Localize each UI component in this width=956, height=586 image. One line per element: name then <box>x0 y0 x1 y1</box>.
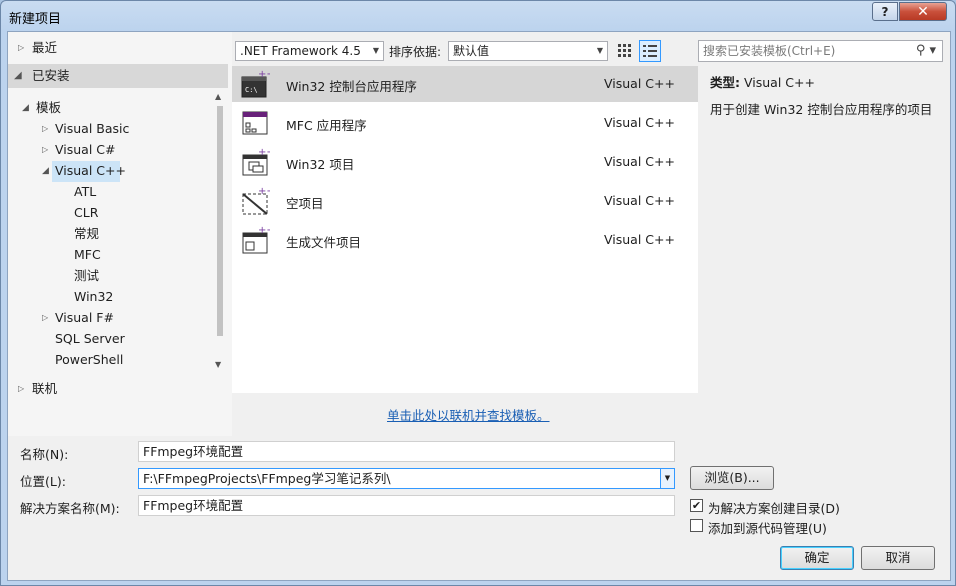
find-online-templates-link[interactable]: 单击此处以联机并查找模板。 <box>387 405 550 424</box>
help-button[interactable]: ? <box>872 2 898 21</box>
expand-arrow-icon[interactable]: ▷ <box>42 140 48 160</box>
template-item-empty-project[interactable]: ++ 空项目 Visual C++ <box>232 183 698 219</box>
sort-value: 默认值 <box>453 44 490 58</box>
framework-select[interactable]: .NET Framework 4.5 ▼ <box>235 41 384 61</box>
sort-select[interactable]: 默认值 ▼ <box>448 41 608 61</box>
template-tree: ▷ 最近 ◢ 已安装 ◢ 模板 ▷ Visual Basic ▷ Visual … <box>8 32 232 436</box>
template-name: 空项目 <box>286 196 324 211</box>
console-app-icon: C:\ ++ <box>241 69 270 98</box>
template-language: Visual C++ <box>604 232 675 247</box>
svg-text:++: ++ <box>258 147 270 158</box>
template-list: C:\ ++ Win32 控制台应用程序 Visual C++ MFC 应用程序… <box>232 66 698 393</box>
template-item-mfc-app[interactable]: MFC 应用程序 Visual C++ <box>232 105 698 141</box>
tree-item-sql-server[interactable]: SQL Server <box>55 329 125 349</box>
unchecked-box-icon[interactable] <box>690 519 703 532</box>
tree-label: Visual C# <box>55 142 116 157</box>
sort-label: 排序依据: <box>389 45 442 59</box>
tree-label: Visual Basic <box>55 121 130 136</box>
tree-scrollbar[interactable]: ▲ ▼ <box>215 92 225 376</box>
tree-item-clr[interactable]: CLR <box>74 203 98 223</box>
search-icon[interactable]: ⚲ ▾ <box>916 41 936 61</box>
template-language: Visual C++ <box>604 76 675 91</box>
name-label: 名称(N): <box>20 447 69 462</box>
location-label: 位置(L): <box>20 474 66 489</box>
template-name: Win32 项目 <box>286 157 355 172</box>
svg-text:++: ++ <box>258 69 270 80</box>
template-item-win32-console[interactable]: C:\ ++ Win32 控制台应用程序 Visual C++ <box>232 66 698 102</box>
close-button[interactable]: ✕ <box>899 2 947 21</box>
expand-arrow-icon[interactable]: ▷ <box>18 38 24 58</box>
description-text: 用于创建 Win32 控制台应用程序的项目 <box>710 102 933 117</box>
browse-button[interactable]: 浏览(B)... <box>690 466 774 490</box>
grid-view-icon <box>618 44 631 57</box>
solution-name-label: 解决方案名称(M): <box>20 501 120 516</box>
template-search-input[interactable]: 搜索已安装模板(Ctrl+E) ⚲ ▾ <box>698 40 943 62</box>
tree-item-powershell[interactable]: PowerShell <box>55 350 123 370</box>
mfc-app-icon <box>242 111 268 135</box>
framework-value: .NET Framework 4.5 <box>240 44 361 58</box>
tree-label: 最近 <box>32 40 58 55</box>
template-name: Win32 控制台应用程序 <box>286 79 417 94</box>
search-placeholder: 搜索已安装模板(Ctrl+E) <box>703 44 836 58</box>
makefile-project-icon: ++ <box>242 225 270 254</box>
tree-label: 联机 <box>32 381 58 396</box>
tree-item-test[interactable]: 测试 <box>74 266 99 286</box>
location-value: F:\FFmpegProjects\FFmpeg学习笔记系列\ <box>143 471 391 486</box>
chevron-down-icon: ▼ <box>372 46 379 55</box>
svg-text:++: ++ <box>258 186 270 197</box>
checkbox-label: 为解决方案创建目录(D) <box>708 501 840 516</box>
collapse-arrow-icon[interactable]: ◢ <box>42 161 49 181</box>
chevron-down-icon[interactable]: ▼ <box>660 469 674 488</box>
scroll-up-icon[interactable]: ▲ <box>215 92 221 101</box>
tree-label: Visual F# <box>55 310 114 325</box>
cancel-button[interactable]: 取消 <box>861 546 935 570</box>
type-value: Visual C++ <box>743 75 815 90</box>
expand-arrow-icon[interactable]: ▷ <box>18 379 24 399</box>
project-form: 名称(N): FFmpeg环境配置 位置(L): F:\FFmpegProjec… <box>8 436 950 580</box>
new-project-dialog: 新建项目 ? ✕ ▷ 最近 ◢ 已安装 ◢ 模板 ▷ Visual Basic <box>0 0 956 586</box>
dialog-client: ▷ 最近 ◢ 已安装 ◢ 模板 ▷ Visual Basic ▷ Visual … <box>7 31 951 581</box>
template-item-makefile-project[interactable]: ++ 生成文件项目 Visual C++ <box>232 222 698 258</box>
tree-label: 已安装 <box>32 68 70 83</box>
svg-text:++: ++ <box>258 225 270 236</box>
list-view-icon <box>643 45 657 57</box>
tree-item-win32[interactable]: Win32 <box>74 287 113 307</box>
title-bar: 新建项目 ? ✕ <box>1 1 955 31</box>
scroll-down-icon[interactable]: ▼ <box>215 360 221 369</box>
expand-arrow-icon[interactable]: ▷ <box>42 308 48 328</box>
win32-project-icon: ++ <box>242 147 270 176</box>
svg-text:C:\: C:\ <box>245 86 258 94</box>
template-language: Visual C++ <box>604 193 675 208</box>
template-name: MFC 应用程序 <box>286 118 367 133</box>
template-description: 类型: Visual C++ 用于创建 Win32 控制台应用程序的项目 <box>710 72 948 118</box>
checkmark-icon[interactable]: ✔ <box>690 499 703 512</box>
description-type: 类型: Visual C++ <box>710 72 948 91</box>
template-item-win32-project[interactable]: ++ Win32 项目 Visual C++ <box>232 144 698 180</box>
tree-label: 模板 <box>36 100 62 115</box>
window-title: 新建项目 <box>9 12 62 27</box>
checkbox-label: 添加到源代码管理(U) <box>708 521 827 536</box>
list-view-button[interactable] <box>639 40 661 62</box>
tree-item-general[interactable]: 常规 <box>74 224 99 244</box>
location-field[interactable]: F:\FFmpegProjects\FFmpeg学习笔记系列\ ▼ <box>138 468 675 489</box>
type-label: 类型: <box>710 75 740 90</box>
project-name-field[interactable]: FFmpeg环境配置 <box>138 441 675 462</box>
chevron-down-icon: ▼ <box>596 46 603 55</box>
collapse-arrow-icon[interactable]: ◢ <box>22 98 29 118</box>
scroll-thumb[interactable] <box>217 106 223 336</box>
tree-label: Visual C++ <box>55 163 126 178</box>
template-name: 生成文件项目 <box>286 235 362 250</box>
collapse-arrow-icon[interactable]: ◢ <box>14 66 22 86</box>
ok-button[interactable]: 确定 <box>780 546 854 570</box>
tree-item-atl[interactable]: ATL <box>74 182 96 202</box>
solution-name-field[interactable]: FFmpeg环境配置 <box>138 495 675 516</box>
template-language: Visual C++ <box>604 154 675 169</box>
tree-item-mfc[interactable]: MFC <box>74 245 101 265</box>
expand-arrow-icon[interactable]: ▷ <box>42 119 48 139</box>
template-language: Visual C++ <box>604 115 675 130</box>
small-icons-view-button[interactable] <box>614 40 636 62</box>
empty-project-icon: ++ <box>242 186 270 215</box>
